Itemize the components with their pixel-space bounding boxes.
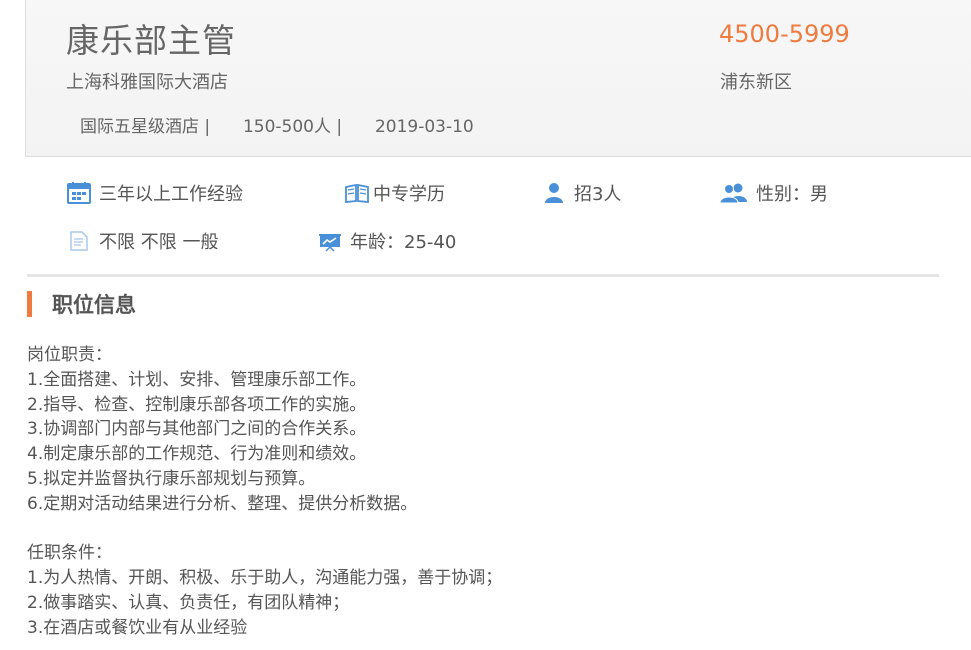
salary: 4500-5999	[719, 20, 850, 48]
req-education: 中专学历	[344, 180, 445, 206]
req-experience: 三年以上工作经验	[66, 180, 243, 206]
calendar-icon	[66, 181, 92, 205]
req-misc: 不限 不限 一般	[66, 228, 218, 254]
duty-item: 6.定期对活动结果进行分析、整理、提供分析数据。	[27, 493, 418, 514]
duties-heading: 岗位职责：	[27, 345, 112, 365]
section-accent-bar	[27, 291, 32, 317]
req-headcount-label: 招3人	[574, 184, 622, 205]
people-icon	[719, 181, 749, 205]
section-title: 职位信息	[52, 293, 136, 317]
company-type: 国际五星级酒店 |	[80, 117, 211, 137]
req-gender: 性别：男	[719, 180, 828, 206]
req-misc-label: 不限 不限 一般	[99, 232, 219, 253]
conditions-heading: 任职条件：	[27, 543, 112, 564]
section-header: 职位信息	[27, 290, 136, 318]
duty-item: 1.全面搭建、计划、安排、管理康乐部工作。	[27, 369, 367, 390]
section-divider	[27, 274, 939, 277]
post-date: 2019-03-10	[374, 117, 474, 137]
presentation-icon	[317, 229, 343, 253]
duty-item: 3.协调部门内部与其他部门之间的合作关系。	[27, 419, 367, 440]
book-icon	[344, 181, 370, 205]
work-location: 浦东新区	[720, 72, 792, 93]
person-icon	[541, 181, 567, 205]
condition-item: 1.为人热情、开朗、积极、乐于助人，沟通能力强，善于协调；	[27, 568, 503, 589]
duty-item: 2.指导、检查、控制康乐部各项工作的实施。	[27, 394, 367, 415]
company-size: 150-500人 |	[242, 117, 343, 137]
company-meta: 国际五星级酒店 | 150-500人 | 2019-03-10	[80, 112, 474, 137]
condition-item: 3.在酒店或餐饮业有从业经验	[27, 617, 248, 638]
req-education-label: 中专学历	[373, 184, 445, 205]
document-icon	[66, 229, 92, 253]
company-name[interactable]: 上海科雅国际大酒店	[66, 68, 228, 94]
req-headcount: 招3人	[541, 180, 621, 206]
req-gender-label: 性别：男	[756, 184, 828, 205]
duty-item: 5.拟定并监督执行康乐部规划与预算。	[27, 468, 316, 489]
duty-item: 4.制定康乐部的工作规范、行为准则和绩效。	[27, 444, 367, 465]
req-experience-label: 三年以上工作经验	[99, 184, 243, 205]
job-description: 岗位职责： 1.全面搭建、计划、安排、管理康乐部工作。 2.指导、检查、控制康乐…	[27, 343, 502, 641]
req-age: 年龄：25-40	[317, 228, 456, 254]
condition-item: 2.做事踏实、认真、负责任，有团队精神；	[27, 592, 350, 613]
req-age-label: 年龄：25-40	[350, 232, 457, 253]
job-title: 康乐部主管	[66, 21, 236, 60]
